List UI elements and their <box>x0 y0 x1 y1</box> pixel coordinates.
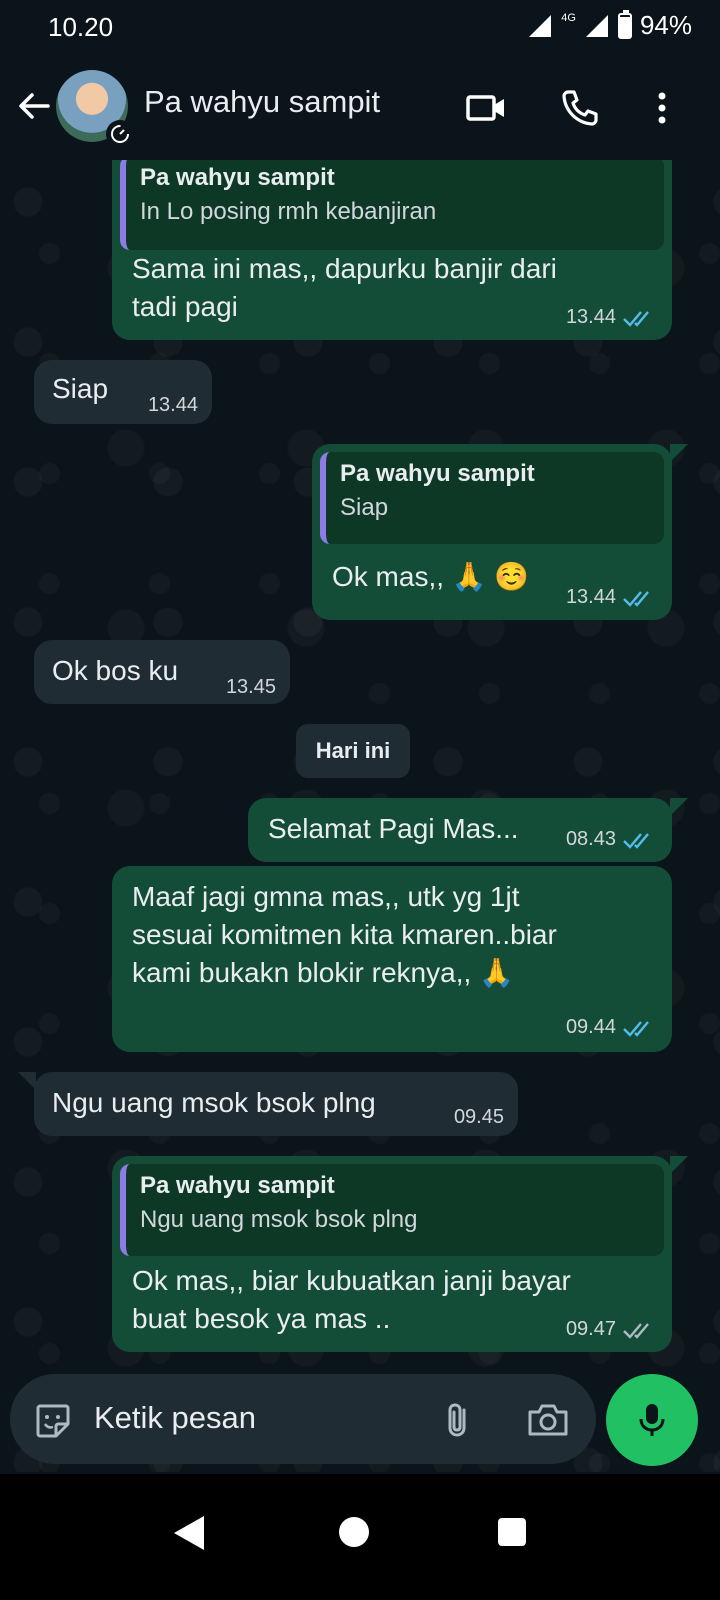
message-time: 13.44 <box>565 586 616 608</box>
message-meta: 13.45 <box>226 676 276 699</box>
message-meta: 09.45 <box>454 1106 504 1129</box>
delivered-receipt-icon <box>623 1322 649 1339</box>
quoted-message[interactable]: Pa wahyu sampit In Lo posing rmh kebanji… <box>120 160 664 250</box>
message-outgoing[interactable]: Pa wahyu sampit Siap Ok mas,, 🙏 ☺️ 13.44 <box>312 444 672 620</box>
nav-home-icon[interactable] <box>339 1517 369 1547</box>
message-meta: 13.44 <box>566 306 656 329</box>
bubble-tail <box>670 444 688 462</box>
battery-icon <box>617 9 632 39</box>
message-meta: 13.44 <box>148 394 198 417</box>
video-call-icon[interactable] <box>464 86 508 130</box>
message-time: 13.44 <box>147 394 198 416</box>
quote-text: Siap <box>340 494 389 521</box>
quote-sender: Pa wahyu sampit <box>140 1172 335 1199</box>
avatar[interactable] <box>56 70 134 148</box>
message-meta: 09.44 <box>566 1016 656 1039</box>
back-arrow-icon[interactable] <box>14 86 54 126</box>
message-text: Ok mas,, biar kubuatkan janji bayar buat… <box>132 1265 571 1334</box>
message-outgoing[interactable]: Pa wahyu sampit Ngu uang msok bsok plng … <box>112 1156 672 1352</box>
quoted-message[interactable]: Pa wahyu sampit Siap <box>320 452 664 544</box>
message-text: Ok bos ku <box>52 655 179 686</box>
message-composer[interactable]: Ketik pesan <box>10 1374 596 1464</box>
system-nav-bar <box>0 1474 720 1600</box>
sticker-icon[interactable] <box>32 1400 74 1442</box>
voice-call-icon[interactable] <box>558 86 602 130</box>
attach-icon[interactable] <box>438 1400 478 1440</box>
bubble-tail <box>670 1156 688 1174</box>
message-incoming[interactable]: Ok bos ku 13.45 <box>34 640 290 704</box>
quote-text: In Lo posing rmh kebanjiran <box>140 198 437 225</box>
message-text: Ok mas,, 🙏 ☺️ <box>332 561 530 592</box>
message-text: Selamat Pagi Mas... <box>268 813 519 844</box>
message-time: 09.45 <box>453 1106 504 1128</box>
chat-area[interactable]: Pa wahyu sampit In Lo posing rmh kebanji… <box>0 160 720 1472</box>
read-receipt-icon <box>623 832 649 849</box>
signal-icon <box>529 14 552 37</box>
date-separator: Hari ini <box>296 724 410 778</box>
camera-icon[interactable] <box>526 1400 570 1440</box>
message-time: 13.44 <box>565 306 616 328</box>
message-text: Siap <box>52 373 109 404</box>
mic-icon <box>639 1404 665 1436</box>
message-incoming[interactable]: Siap 13.44 <box>34 360 212 424</box>
message-outgoing[interactable]: Maaf jagi gmna mas,, utk yg 1jt sesuai k… <box>112 866 672 1052</box>
message-time: 08.43 <box>565 828 616 850</box>
status-time: 10.20 <box>48 12 114 42</box>
chat-header: Pa wahyu sampit <box>0 56 720 160</box>
quote-sender: Pa wahyu sampit <box>140 164 335 191</box>
status-bar: 10.20 4G 94% <box>0 0 720 56</box>
nav-back-icon[interactable] <box>174 1516 204 1550</box>
read-receipt-icon <box>623 1020 649 1037</box>
network-type: 4G <box>561 11 576 24</box>
message-meta: 08.43 <box>566 828 656 851</box>
contact-name[interactable]: Pa wahyu sampit <box>144 84 380 120</box>
signal-icon-2 <box>585 14 608 37</box>
quote-text: Ngu uang msok bsok plng <box>140 1206 418 1233</box>
battery-level: 94% <box>639 10 692 40</box>
status-icons: 4G 94% <box>527 9 692 41</box>
message-text: Maaf jagi gmna mas,, utk yg 1jt sesuai k… <box>132 881 557 988</box>
read-receipt-icon <box>623 310 649 327</box>
message-meta: 09.47 <box>566 1318 656 1341</box>
disappearing-timer-icon <box>106 120 134 148</box>
message-outgoing[interactable]: Selamat Pagi Mas... 08.43 <box>248 798 672 862</box>
message-text: Ngu uang msok bsok plng <box>52 1087 376 1118</box>
message-input[interactable]: Ketik pesan <box>94 1400 256 1436</box>
message-incoming[interactable]: Ngu uang msok bsok plng 09.45 <box>34 1072 518 1136</box>
message-time: 09.47 <box>565 1318 616 1340</box>
quote-sender: Pa wahyu sampit <box>340 460 535 487</box>
message-outgoing[interactable]: Pa wahyu sampit In Lo posing rmh kebanji… <box>112 160 672 340</box>
bubble-tail <box>670 798 688 816</box>
nav-recents-icon[interactable] <box>498 1518 526 1546</box>
message-text: Sama ini mas,, dapurku banjir dari tadi … <box>132 253 557 322</box>
quoted-message[interactable]: Pa wahyu sampit Ngu uang msok bsok plng <box>120 1164 664 1256</box>
voice-record-button[interactable] <box>606 1374 698 1466</box>
more-options-icon[interactable] <box>640 86 684 130</box>
message-time: 13.45 <box>225 676 276 698</box>
message-meta: 13.44 <box>566 586 656 609</box>
message-time: 09.44 <box>565 1016 616 1038</box>
read-receipt-icon <box>623 590 649 607</box>
